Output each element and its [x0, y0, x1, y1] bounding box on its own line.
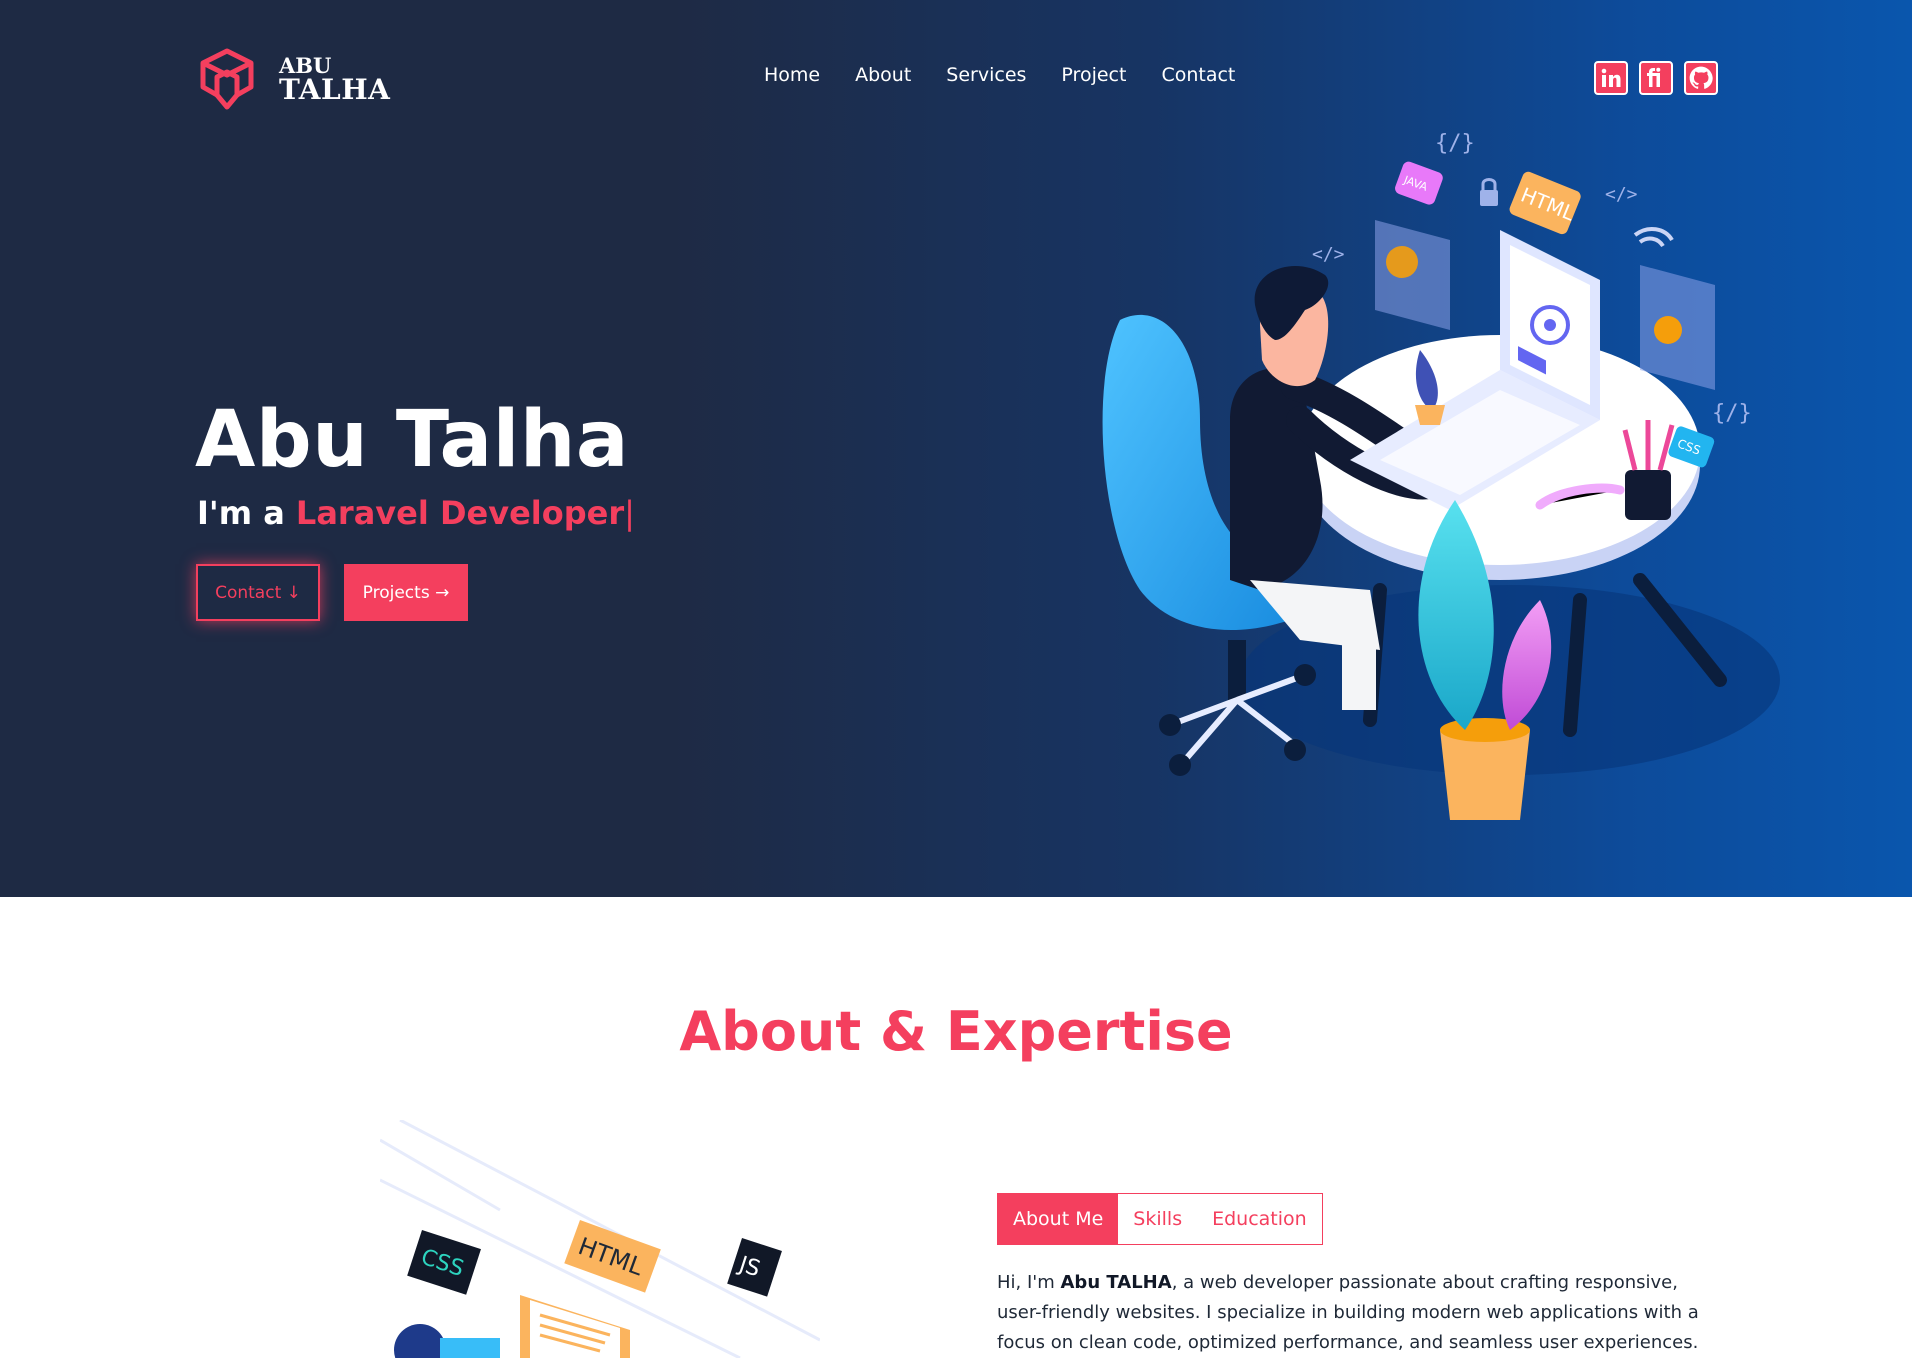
fiverr-icon	[1647, 67, 1661, 87]
code-brace-glyph: {/}	[1435, 131, 1475, 156]
hero-section: ABU TALHA Home About Services Project Co…	[0, 0, 1912, 897]
about-section-title: About & Expertise	[679, 1000, 1233, 1063]
code-tag-glyph: </>	[1312, 244, 1345, 265]
github-icon	[1689, 66, 1713, 89]
tab-education[interactable]: Education	[1197, 1194, 1322, 1244]
projects-button[interactable]: Projects →	[344, 564, 468, 621]
hero-title: Abu Talha	[195, 395, 630, 485]
about-me-text: Hi, I'm Abu TALHA, a web developer passi…	[997, 1268, 1719, 1358]
hero-role: Laravel Developer	[295, 494, 625, 532]
linkedin-icon	[1601, 68, 1621, 87]
nav-link-services[interactable]: Services	[946, 64, 1026, 86]
typing-caret: |	[624, 494, 635, 532]
logo-mark-icon	[200, 48, 254, 110]
code-brace-glyph-2: {/}	[1712, 401, 1752, 426]
about-text-name: Abu TALHA	[1060, 1272, 1172, 1293]
about-illustration: CSS HTML JS	[380, 1120, 820, 1358]
nav-link-contact[interactable]: Contact	[1161, 64, 1235, 86]
social-links	[1594, 61, 1718, 95]
about-tabs: About Me Skills Education	[997, 1193, 1323, 1245]
code-tag-glyph-2: </>	[1605, 184, 1638, 205]
developer-illustration: JAVA HTML CSS {/} </> </> {/}	[1102, 131, 1780, 820]
brand-logo[interactable]: ABU TALHA	[195, 47, 390, 111]
hero-intro: I'm a	[197, 494, 296, 532]
about-text-prefix: Hi, I'm	[997, 1272, 1061, 1293]
linkedin-link[interactable]	[1594, 61, 1628, 95]
nav-link-home[interactable]: Home	[764, 64, 820, 86]
hero-subtitle: I'm a Laravel Developer|	[197, 494, 635, 532]
github-link[interactable]	[1684, 61, 1718, 95]
nav-link-project[interactable]: Project	[1061, 64, 1126, 86]
main-menu: Home About Services Project Contact	[764, 64, 1235, 86]
tab-about-me[interactable]: About Me	[998, 1194, 1119, 1244]
fiverr-link[interactable]	[1639, 61, 1673, 95]
tab-skills[interactable]: Skills	[1118, 1194, 1197, 1244]
nav-link-about[interactable]: About	[855, 64, 911, 86]
brand-name: ABU TALHA	[279, 55, 390, 104]
brand-name-line2: TALHA	[279, 72, 391, 106]
contact-button[interactable]: Contact ↓	[196, 564, 320, 621]
